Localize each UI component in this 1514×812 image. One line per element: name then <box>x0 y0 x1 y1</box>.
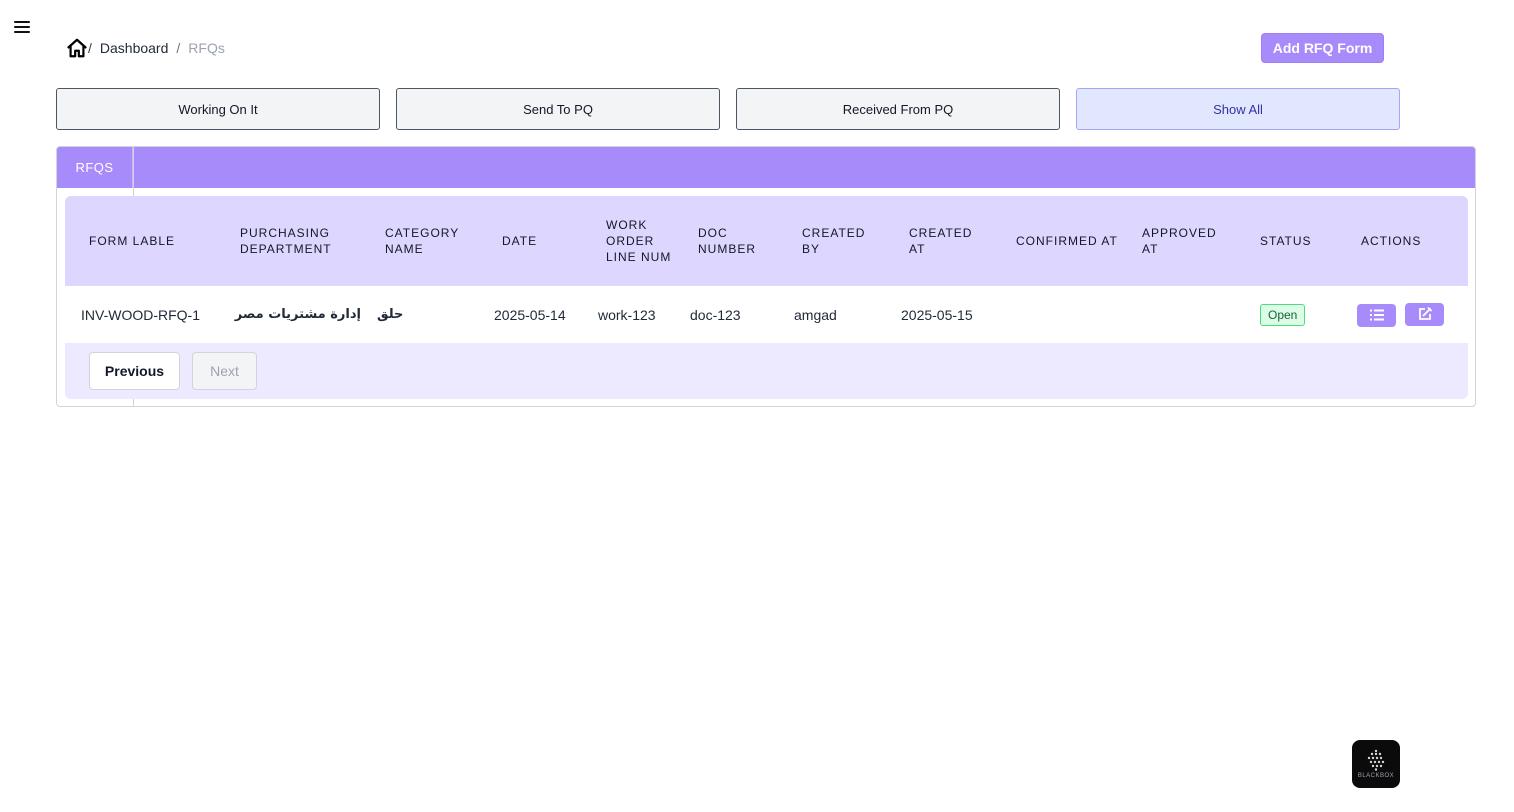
cell-created-by: amgad <box>794 306 837 323</box>
cell-status: Open <box>1244 286 1345 343</box>
edit-button[interactable] <box>1405 302 1444 326</box>
next-page-button[interactable]: Next <box>192 352 257 390</box>
menu-bar <box>14 31 30 33</box>
breadcrumb-separator: / <box>88 40 92 56</box>
view-details-button[interactable] <box>1357 303 1396 327</box>
cell-form-lable: INV-WOOD-RFQ-1 <box>81 306 200 323</box>
blackbox-widget-button[interactable]: BLACKBOX <box>1352 740 1400 788</box>
pagination: Previous Next <box>65 343 1468 399</box>
breadcrumb-separator: / <box>176 40 181 56</box>
column-header-approved-at[interactable]: Approved At <box>1126 196 1244 286</box>
cell-confirmed-at <box>1000 286 1126 343</box>
blackbox-widget-label: BLACKBOX <box>1357 773 1395 779</box>
menu-bar <box>14 21 30 23</box>
list-icon <box>1369 309 1384 321</box>
cell-doc-number: doc-123 <box>690 306 741 323</box>
breadcrumb: / Dashboard / RFQs <box>66 37 225 59</box>
column-header-doc-number[interactable]: Doc Number <box>682 196 786 286</box>
cell-created-at: 2025-05-15 <box>901 306 973 323</box>
table-row[interactable]: INV-WOOD-RFQ-1 إدارة مشتريات مصر حلق 202… <box>65 286 1468 343</box>
filter-bar: Working On It Send To PQ Received From P… <box>56 88 1400 130</box>
cell-date: 2025-05-14 <box>494 306 566 323</box>
rfqs-table-container: Form lable Purchasing Department Categor… <box>65 196 1468 399</box>
home-icon[interactable] <box>66 37 88 59</box>
breadcrumb-current: RFQs <box>188 40 225 56</box>
filter-show-all-button[interactable]: Show All <box>1076 88 1400 130</box>
cell-category-name: حلق <box>377 307 404 322</box>
filter-send-to-pq-button[interactable]: Send To PQ <box>396 88 720 130</box>
cell-purchasing-department: إدارة مشتريات مصر <box>234 307 361 322</box>
previous-page-button[interactable]: Previous <box>89 352 180 390</box>
add-rfq-form-button[interactable]: Add RFQ Form <box>1261 33 1384 63</box>
rfqs-table: Form lable Purchasing Department Categor… <box>65 196 1468 343</box>
column-header-created-at[interactable]: Created At <box>893 196 1000 286</box>
edit-icon <box>1418 307 1432 320</box>
tab-rfqs[interactable]: RFQS <box>57 147 133 188</box>
column-header-work-order-line-num[interactable]: Work Order Line Num <box>590 196 682 286</box>
menu-icon[interactable] <box>14 21 30 35</box>
breadcrumb-dashboard-link[interactable]: Dashboard <box>100 40 169 56</box>
column-header-form-lable[interactable]: Form lable <box>65 196 224 286</box>
column-header-created-by[interactable]: Created By <box>786 196 893 286</box>
column-header-purchasing-department[interactable]: Purchasing Department <box>224 196 369 286</box>
filter-working-on-it-button[interactable]: Working On It <box>56 88 380 130</box>
panel-header: RFQS <box>57 147 1475 188</box>
column-header-date[interactable]: Date <box>486 196 590 286</box>
filter-received-from-pq-button[interactable]: Received From PQ <box>736 88 1060 130</box>
blackbox-logo-icon <box>1367 749 1385 771</box>
column-header-category-name[interactable]: Category Name <box>369 196 486 286</box>
column-header-actions: Actions <box>1361 234 1422 248</box>
menu-bar <box>14 26 30 28</box>
status-badge: Open <box>1260 303 1306 326</box>
cell-work-order-line-num: work-123 <box>598 306 656 323</box>
cell-actions <box>1345 286 1468 343</box>
cell-approved-at <box>1126 286 1244 343</box>
column-header-confirmed-at[interactable]: Confirmed At <box>1000 196 1126 286</box>
column-header-status[interactable]: Status <box>1244 196 1345 286</box>
table-header-row: Form lable Purchasing Department Categor… <box>65 196 1468 286</box>
rfqs-panel: RFQS Form lable Purchasing Department Ca… <box>56 146 1476 407</box>
